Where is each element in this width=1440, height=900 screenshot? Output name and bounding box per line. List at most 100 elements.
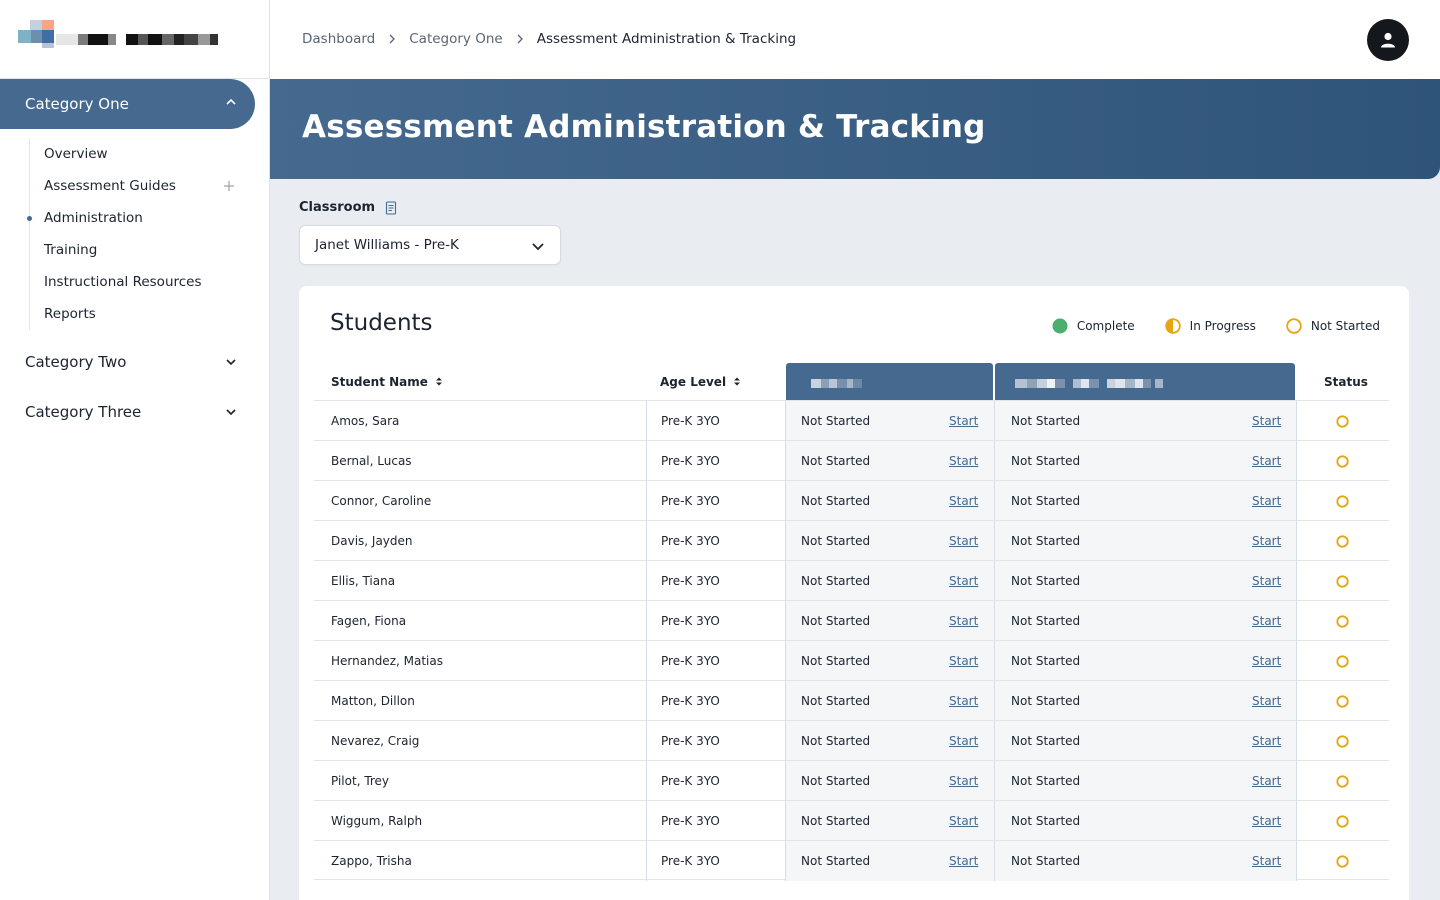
column-divider — [994, 601, 995, 641]
breadcrumb-category-one[interactable]: Category One — [409, 31, 502, 47]
user-avatar-button[interactable] — [1367, 19, 1409, 61]
start-link[interactable]: Start — [949, 574, 978, 588]
assessment-two-start-link[interactable]: Start — [1252, 521, 1281, 561]
assessment-one-start-link[interactable]: Start — [949, 681, 978, 721]
assessment-one-start-link[interactable]: Start — [949, 841, 978, 881]
start-link[interactable]: Start — [949, 614, 978, 628]
assessment-two-start-link[interactable]: Start — [1252, 641, 1281, 681]
not-started-status-icon — [1336, 734, 1349, 748]
sidebar-item-reports[interactable]: Reports — [0, 298, 270, 330]
category-one-submenu: Overview Assessment Guides Administratio… — [0, 138, 270, 330]
assessment-two-start-link[interactable]: Start — [1252, 441, 1281, 481]
assessment-one-start-link[interactable]: Start — [949, 441, 978, 481]
sidebar-item-training[interactable]: Training — [0, 234, 270, 266]
age-level: Pre-K 3YO — [661, 814, 720, 828]
assessment-two-start-link[interactable]: Start — [1252, 721, 1281, 761]
start-link[interactable]: Start — [949, 694, 978, 708]
start-link[interactable]: Start — [1252, 734, 1281, 748]
sidebar-item-instructional-resources[interactable]: Instructional Resources — [0, 266, 270, 298]
column-divider — [646, 561, 647, 601]
not-started-status-icon — [1336, 774, 1349, 788]
start-link[interactable]: Start — [1252, 774, 1281, 788]
assessment-two-start-link[interactable]: Start — [1252, 681, 1281, 721]
assessment-two-status: Not Started — [1011, 534, 1081, 548]
start-link[interactable]: Start — [1252, 534, 1281, 548]
breadcrumb-current: Assessment Administration & Tracking — [536, 31, 797, 47]
column-divider — [994, 521, 995, 561]
brand-logo[interactable] — [18, 20, 228, 48]
assessment-one-start-link[interactable]: Start — [949, 801, 978, 841]
category-one[interactable]: Category One — [0, 79, 255, 129]
column-divider — [646, 481, 647, 521]
column-divider — [785, 721, 786, 761]
sidebar-item-assessment-guides[interactable]: Assessment Guides — [0, 170, 270, 202]
column-divider — [994, 761, 995, 801]
start-link[interactable]: Start — [949, 854, 978, 868]
start-link[interactable]: Start — [949, 814, 978, 828]
column-divider — [1296, 441, 1297, 481]
student-name: Amos, Sara — [331, 414, 400, 428]
start-link[interactable]: Start — [1252, 414, 1281, 428]
assessment-one-status: Not Started — [801, 414, 871, 428]
sidebar-item-label: Assessment Guides — [44, 178, 176, 194]
assessment-one-status: Not Started — [801, 814, 871, 828]
column-header-student-name[interactable]: Student Name — [331, 363, 443, 400]
row-status — [1336, 561, 1349, 601]
table-row: Bernal, Lucas Pre-K 3YO Not Started Start No… — [314, 440, 1389, 481]
age-level: Pre-K 3YO — [661, 574, 720, 588]
classroom-select[interactable]: Janet Williams - Pre-K — [299, 225, 561, 265]
row-status — [1336, 601, 1349, 641]
start-link[interactable]: Start — [949, 414, 978, 428]
assessment-two-start-link[interactable]: Start — [1252, 601, 1281, 641]
age-level: Pre-K 3YO — [661, 414, 720, 428]
breadcrumb-dashboard[interactable]: Dashboard — [302, 31, 375, 47]
assessment-two-start-link[interactable]: Start — [1252, 561, 1281, 601]
assessment-one-start-link[interactable]: Start — [949, 601, 978, 641]
start-link[interactable]: Start — [1252, 654, 1281, 668]
start-link[interactable]: Start — [1252, 854, 1281, 868]
assessment-two-start-link[interactable]: Start — [1252, 481, 1281, 521]
assessment-one-start-link[interactable]: Start — [949, 721, 978, 761]
column-header-assessment-two[interactable] — [995, 363, 1295, 400]
category-two[interactable]: Category Two — [25, 347, 245, 377]
sidebar-item-administration[interactable]: Administration — [0, 202, 270, 234]
assessment-one-start-link[interactable]: Start — [949, 561, 978, 601]
start-link[interactable]: Start — [949, 494, 978, 508]
assessment-two-status: Not Started — [1011, 734, 1081, 748]
start-link[interactable]: Start — [949, 654, 978, 668]
chevron-down-icon — [532, 243, 544, 251]
column-header-assessment-one[interactable] — [786, 363, 993, 400]
start-link[interactable]: Start — [1252, 494, 1281, 508]
start-link[interactable]: Start — [1252, 614, 1281, 628]
start-link[interactable]: Start — [1252, 814, 1281, 828]
assessment-one-start-link[interactable]: Start — [949, 521, 978, 561]
plus-icon[interactable] — [222, 179, 236, 193]
assessment-two-start-link[interactable]: Start — [1252, 841, 1281, 881]
document-icon[interactable] — [385, 200, 397, 215]
start-link[interactable]: Start — [949, 534, 978, 548]
table-row: Matton, Dillon Pre-K 3YO Not Started Start N… — [314, 680, 1389, 721]
not-started-status-icon — [1336, 814, 1349, 828]
row-status — [1336, 681, 1349, 721]
assessment-one-start-link[interactable]: Start — [949, 761, 978, 801]
assessment-two-start-link[interactable]: Start — [1252, 761, 1281, 801]
assessment-one-start-link[interactable]: Start — [949, 641, 978, 681]
column-header-age-level[interactable]: Age Level — [660, 363, 741, 400]
start-link[interactable]: Start — [1252, 694, 1281, 708]
start-link[interactable]: Start — [949, 454, 978, 468]
column-divider — [646, 721, 647, 761]
not-started-status-icon — [1336, 694, 1349, 708]
assessment-two-start-link[interactable]: Start — [1252, 401, 1281, 441]
assessment-one-start-link[interactable]: Start — [949, 481, 978, 521]
assessment-one-start-link[interactable]: Start — [949, 401, 978, 441]
start-link[interactable]: Start — [949, 734, 978, 748]
sidebar-item-overview[interactable]: Overview — [0, 138, 270, 170]
start-link[interactable]: Start — [949, 774, 978, 788]
assessment-two-status: Not Started — [1011, 414, 1081, 428]
not-started-status-icon — [1336, 494, 1349, 508]
category-three[interactable]: Category Three — [25, 397, 245, 427]
start-link[interactable]: Start — [1252, 454, 1281, 468]
assessment-two-start-link[interactable]: Start — [1252, 801, 1281, 841]
top-bar: Dashboard Category One Assessment Admini… — [270, 0, 1440, 79]
start-link[interactable]: Start — [1252, 574, 1281, 588]
